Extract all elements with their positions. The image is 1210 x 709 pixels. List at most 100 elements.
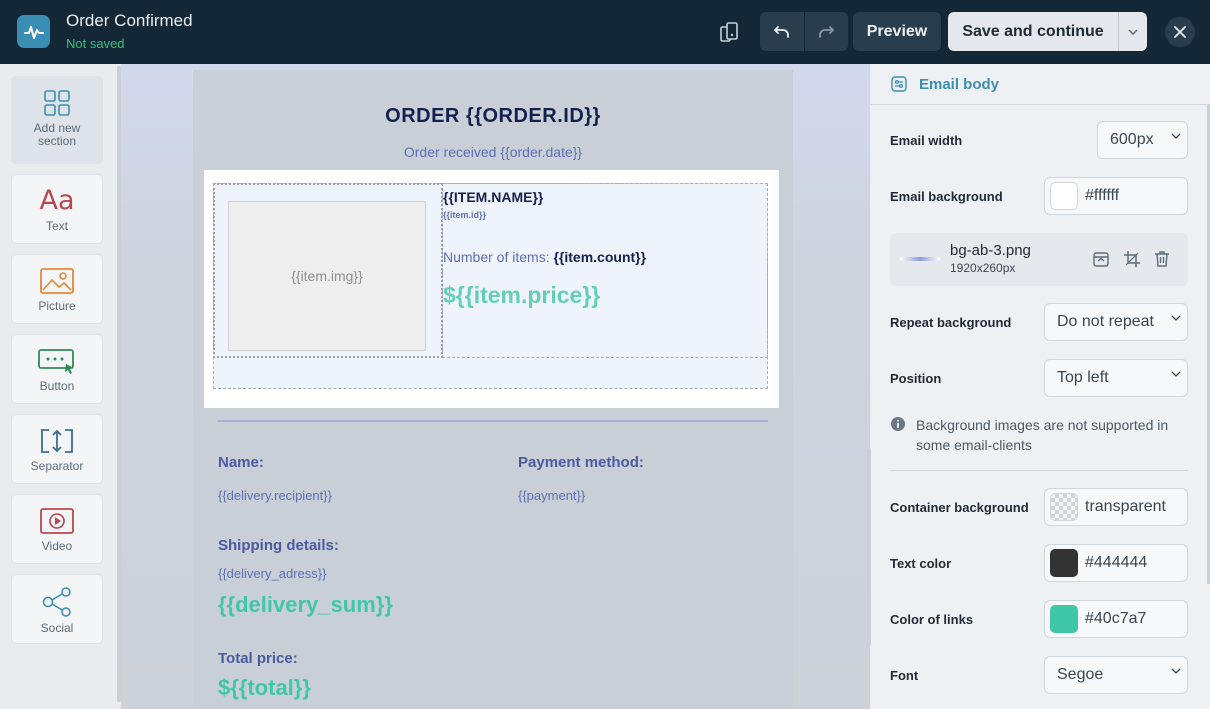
email-width-label: Email width — [890, 133, 963, 148]
sidebar-item-picture[interactable]: Picture — [11, 254, 103, 324]
top-bar: Order Confirmed Not saved Preview Save a… — [0, 0, 1210, 64]
sidebar-item-separator[interactable]: Separator — [11, 414, 103, 484]
shipping-value[interactable]: {{delivery_adress}} — [218, 566, 326, 581]
position-select[interactable]: Top left — [1044, 359, 1188, 397]
payment-label[interactable]: Payment method: — [518, 454, 644, 471]
bg-image-thumbnail — [900, 257, 940, 261]
repeat-background-select[interactable]: Do not repeat — [1044, 303, 1188, 341]
text-color-value: #444444 — [1085, 554, 1148, 571]
properties-panel: Email body Email width 600px Email backg… — [871, 64, 1210, 709]
crop-icon[interactable] — [1123, 250, 1141, 268]
undo-icon[interactable] — [760, 12, 804, 51]
template-title: Order Confirmed — [66, 11, 193, 30]
save-and-continue-button[interactable]: Save and continue — [948, 12, 1118, 51]
email-width-select[interactable]: 600px — [1097, 121, 1188, 159]
text-aa-icon: Aa — [39, 185, 75, 216]
background-image-card: bg-ab-3.png 1920x260px — [890, 233, 1188, 286]
delivery-sum[interactable]: {{delivery_sum}} — [218, 592, 393, 618]
container-background-label: Container background — [890, 500, 1029, 515]
font-select[interactable]: Segoe — [1044, 656, 1188, 694]
sidebar-item-button[interactable]: Button — [11, 334, 103, 404]
picture-icon — [40, 268, 74, 294]
separator-icon — [41, 429, 73, 453]
position-value: Top left — [1057, 369, 1109, 386]
item-count[interactable]: Number of items: {{item.count}} — [443, 249, 646, 265]
sidebar-item-label: Text — [45, 219, 68, 233]
background-note: Background images are not supported in s… — [916, 417, 1169, 453]
mobile-preview-icon[interactable] — [715, 18, 743, 46]
chevron-down-icon — [1128, 28, 1138, 35]
item-name[interactable]: {{ITEM.NAME}} — [443, 189, 543, 205]
sidebar-item-social[interactable]: Social — [11, 574, 103, 644]
video-icon — [40, 508, 74, 534]
order-title[interactable]: ORDER {{ORDER.ID}} — [193, 105, 793, 128]
save-options-dropdown[interactable] — [1118, 12, 1147, 51]
trash-icon[interactable] — [1153, 250, 1171, 268]
text-color-field[interactable]: #444444 — [1044, 544, 1188, 582]
chevron-down-icon — [1171, 371, 1181, 377]
text-color-swatch[interactable] — [1050, 549, 1078, 577]
redo-icon[interactable] — [803, 12, 849, 51]
font-value: Segoe — [1057, 666, 1104, 683]
shipping-label[interactable]: Shipping details: — [218, 537, 339, 554]
panel-divider — [890, 470, 1188, 471]
payment-value[interactable]: {{payment}} — [518, 488, 585, 503]
sidebar-item-text[interactable]: Aa Text — [11, 174, 103, 244]
link-color-swatch[interactable] — [1050, 605, 1078, 633]
email-background-color-field[interactable]: #ffffff — [1044, 177, 1188, 215]
button-icon — [38, 349, 74, 374]
sidebar-item-label: Social — [40, 621, 74, 635]
chevron-down-icon — [1171, 133, 1181, 139]
text-color-label: Text color — [890, 556, 952, 571]
repeat-background-label: Repeat background — [890, 315, 1012, 330]
bg-file-size: 1920x260px — [950, 261, 1016, 275]
email-background-value: #ffffff — [1085, 187, 1120, 204]
product-text-column[interactable] — [442, 183, 768, 358]
item-id[interactable]: {{item.id}} — [443, 210, 486, 220]
transparent-swatch[interactable] — [1050, 493, 1078, 521]
close-button[interactable] — [1165, 17, 1195, 47]
name-label[interactable]: Name: — [218, 454, 264, 471]
total-value[interactable]: ${{total}} — [218, 675, 311, 701]
chevron-down-icon — [1171, 668, 1181, 674]
grid-icon — [44, 90, 70, 116]
item-count-value: {{item.count}} — [553, 249, 647, 265]
item-image-placeholder[interactable]: {{item.img}} — [228, 201, 426, 351]
product-image-column[interactable]: {{item.img}} — [213, 183, 443, 358]
item-price[interactable]: ${{item.price}} — [443, 282, 600, 309]
link-color-field[interactable]: #40c7a7 — [1044, 600, 1188, 638]
sidebar-item-add-section[interactable]: Add new section — [11, 76, 103, 164]
replace-image-icon[interactable] — [1092, 250, 1110, 268]
elements-sidebar: Add new section Aa Text Picture Button S… — [0, 64, 118, 709]
sidebar-item-label: Button — [39, 379, 75, 393]
font-label: Font — [890, 668, 919, 683]
save-status: Not saved — [66, 36, 125, 51]
sidebar-item-label: Picture — [38, 299, 76, 313]
position-label: Position — [890, 371, 942, 386]
email-width-value: 600px — [1110, 131, 1154, 148]
share-icon — [42, 587, 71, 617]
selected-product-block[interactable]: {{item.img}} {{ITEM.NAME}} {{item.id}} N… — [204, 170, 779, 408]
color-swatch[interactable] — [1050, 182, 1078, 210]
sidebar-item-video[interactable]: Video — [11, 494, 103, 564]
info-icon — [891, 417, 905, 431]
repeat-background-value: Do not repeat — [1057, 313, 1154, 330]
sidebar-item-label: Video — [41, 539, 73, 553]
section-divider — [218, 420, 768, 422]
order-date[interactable]: Order received {{order.date}} — [193, 144, 793, 160]
item-count-label: Number of items: — [443, 249, 550, 265]
undo-redo-group — [760, 12, 848, 51]
link-color-label: Color of links — [890, 612, 974, 627]
container-background-value: transparent — [1085, 498, 1166, 515]
email-background-label: Email background — [890, 189, 1003, 204]
sidebar-item-label: Add new section — [33, 121, 81, 148]
panel-header: Email body — [871, 64, 1210, 105]
app-logo-icon[interactable] — [17, 15, 50, 48]
container-background-field[interactable]: transparent — [1044, 488, 1188, 526]
name-value[interactable]: {{delivery.recipient}} — [218, 488, 332, 503]
total-label[interactable]: Total price: — [218, 650, 298, 667]
panel-title: Email body — [919, 75, 1000, 93]
sidebar-item-label: Separator — [30, 459, 84, 473]
link-color-value: #40c7a7 — [1085, 610, 1147, 627]
preview-button[interactable]: Preview — [853, 12, 941, 51]
